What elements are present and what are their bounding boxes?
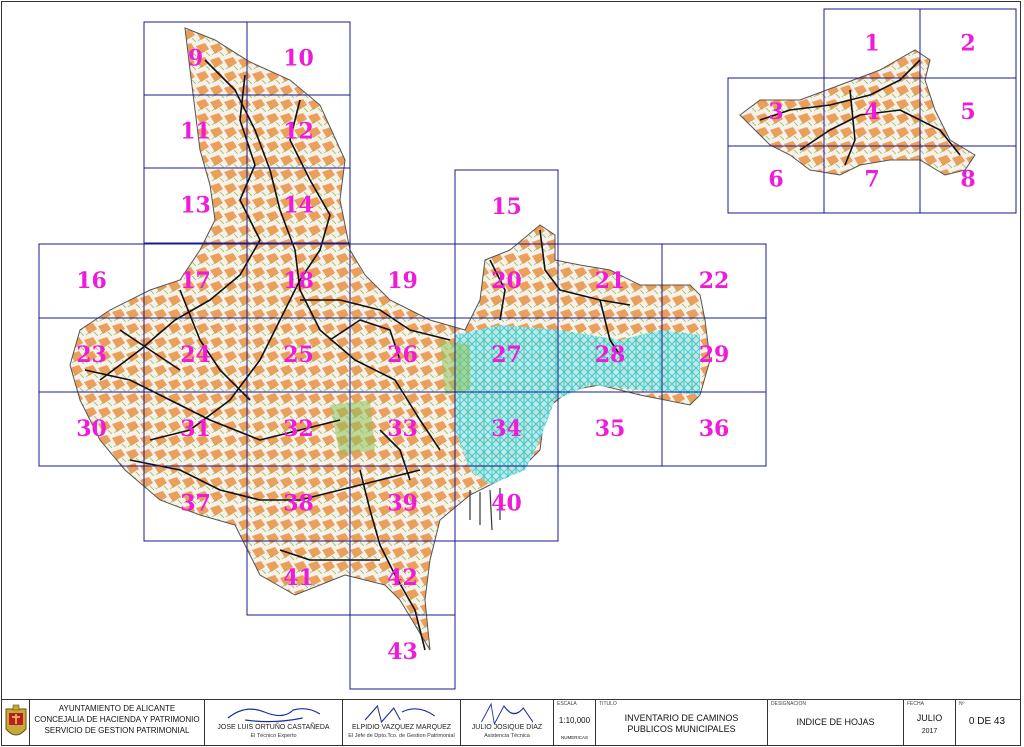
title-line-2: PUBLICOS MUNICIPALES <box>627 724 736 734</box>
sheet-label-42[interactable]: 42 <box>387 565 418 591</box>
sheet-label-30[interactable]: 30 <box>76 416 107 442</box>
sheet-label-41[interactable]: 41 <box>283 565 314 591</box>
signature-3-role: Asistencia Técnica <box>484 733 530 739</box>
organization-cell: AYUNTAMIENTO DE ALICANTE CONCEJALIA DE H… <box>30 700 205 745</box>
date-year: 2017 <box>921 728 938 735</box>
signature-3-name: JULIO JOSIQUE DIAZ <box>471 724 543 731</box>
sheet-label-18[interactable]: 18 <box>283 268 314 294</box>
scale-unit: NUMERICAS <box>560 735 588 740</box>
sheet-label-14[interactable]: 14 <box>283 193 314 219</box>
number-caption: Nº <box>959 701 965 707</box>
sheet-label-26[interactable]: 26 <box>387 342 418 368</box>
signature-3-cell: JULIO JOSIQUE DIAZ Asistencia Técnica <box>461 700 554 745</box>
org-line-1: AYUNTAMIENTO DE ALICANTE <box>58 704 176 713</box>
designation-caption: DESIGNACION <box>771 701 807 707</box>
sheet-label-5[interactable]: 5 <box>960 99 975 125</box>
sheet-label-21[interactable]: 21 <box>595 268 626 294</box>
sheet-label-39[interactable]: 39 <box>387 491 418 517</box>
sheet-label-11[interactable]: 11 <box>180 119 211 145</box>
sheet-label-6[interactable]: 6 <box>768 167 783 193</box>
title-line-1: INVENTARIO DE CAMINOS <box>624 713 739 723</box>
scale-cell: ESCALA 1:10,000 NUMERICAS <box>554 700 596 745</box>
sheet-label-29[interactable]: 29 <box>699 342 730 368</box>
signature-3-icon <box>480 702 534 726</box>
sheet-label-13[interactable]: 13 <box>180 193 211 219</box>
sheet-number: 0 DE 43 <box>968 716 1006 727</box>
sheet-label-4[interactable]: 4 <box>864 99 879 125</box>
signature-2-icon <box>364 704 435 724</box>
number-cell: Nº 0 DE 43 <box>956 700 1018 745</box>
sheet-label-27[interactable]: 27 <box>491 342 522 368</box>
sheet-label-43[interactable]: 43 <box>387 639 418 665</box>
sheet-label-10[interactable]: 10 <box>283 46 314 72</box>
org-line-2: CONCEJALIA DE HACIENDA Y PATRIMONIO <box>34 715 200 724</box>
scale-value: 1:10,000 <box>558 716 591 725</box>
sheet-label-24[interactable]: 24 <box>180 342 211 368</box>
sheet-label-23[interactable]: 23 <box>76 342 107 368</box>
title-block: AYUNTAMIENTO DE ALICANTE CONCEJALIA DE H… <box>2 699 1020 745</box>
sheet-label-38[interactable]: 38 <box>283 491 314 517</box>
signature-2-cell: ELPIDIO VAZQUEZ MARQUEZ El Jefe de Dpto.… <box>343 700 461 745</box>
signature-2-role: El Jefe de Dpto.Tco. de Gestion Patrimon… <box>348 733 455 739</box>
sheet-label-1[interactable]: 1 <box>864 31 879 57</box>
sheet-label-36[interactable]: 36 <box>699 416 730 442</box>
signature-1-name: JOSE LUIS ORTUÑO CASTAÑEDA <box>217 724 330 731</box>
sheet-label-34[interactable]: 34 <box>491 416 522 442</box>
title-caption: TITULO <box>599 701 617 707</box>
sheet-label-17[interactable]: 17 <box>180 268 211 294</box>
sheet-label-22[interactable]: 22 <box>699 268 730 294</box>
sheet-label-25[interactable]: 25 <box>283 342 314 368</box>
sheet-label-8[interactable]: 8 <box>960 167 975 193</box>
sheet-label-2[interactable]: 2 <box>960 31 975 57</box>
sheet-label-32[interactable]: 32 <box>283 416 314 442</box>
designation-value: INDICE DE HOJAS <box>796 717 875 727</box>
sheet-label-28[interactable]: 28 <box>595 342 626 368</box>
coat-of-arms-icon <box>5 704 27 736</box>
designation-cell: DESIGNACION INDICE DE HOJAS <box>768 700 904 745</box>
title-cell: TITULO INVENTARIO DE CAMINOS PUBLICOS MU… <box>596 700 768 745</box>
sheet-label-15[interactable]: 15 <box>491 194 522 220</box>
sheet-label-9[interactable]: 9 <box>188 46 203 72</box>
org-line-3: SERVICIO DE GESTION PATRIMONIAL <box>44 726 190 735</box>
sheet-label-40[interactable]: 40 <box>491 491 522 517</box>
coat-of-arms-cell <box>2 700 30 745</box>
signature-2-name: ELPIDIO VAZQUEZ MARQUEZ <box>351 724 452 731</box>
date-month: JULIO <box>916 713 943 723</box>
sheet-label-35[interactable]: 35 <box>595 416 626 442</box>
sheet-label-19[interactable]: 19 <box>387 268 418 294</box>
sheet-label-3[interactable]: 3 <box>768 99 783 125</box>
sheet-label-37[interactable]: 37 <box>180 491 211 517</box>
date-caption: FECHA <box>907 701 924 707</box>
signature-1-icon <box>227 708 320 723</box>
signature-1-role: El Técnico Experto <box>250 733 297 739</box>
scale-caption: ESCALA <box>557 701 577 707</box>
sheet-label-7[interactable]: 7 <box>864 167 879 193</box>
sheet-label-20[interactable]: 20 <box>491 268 522 294</box>
signature-1-cell: JOSE LUIS ORTUÑO CASTAÑEDA El Técnico Ex… <box>205 700 343 745</box>
map-canvas[interactable]: 1 23 4 56 7 89 1011 1213 14 1516 17 18 19 20 21 2223 24 2… <box>0 0 1024 700</box>
sheet-label-31[interactable]: 31 <box>180 416 211 442</box>
sheet-label-33[interactable]: 33 <box>387 416 418 442</box>
sheet-label-16[interactable]: 16 <box>76 268 107 294</box>
sheet-label-12[interactable]: 12 <box>283 119 314 145</box>
date-cell: FECHA JULIO 2017 <box>904 700 956 745</box>
